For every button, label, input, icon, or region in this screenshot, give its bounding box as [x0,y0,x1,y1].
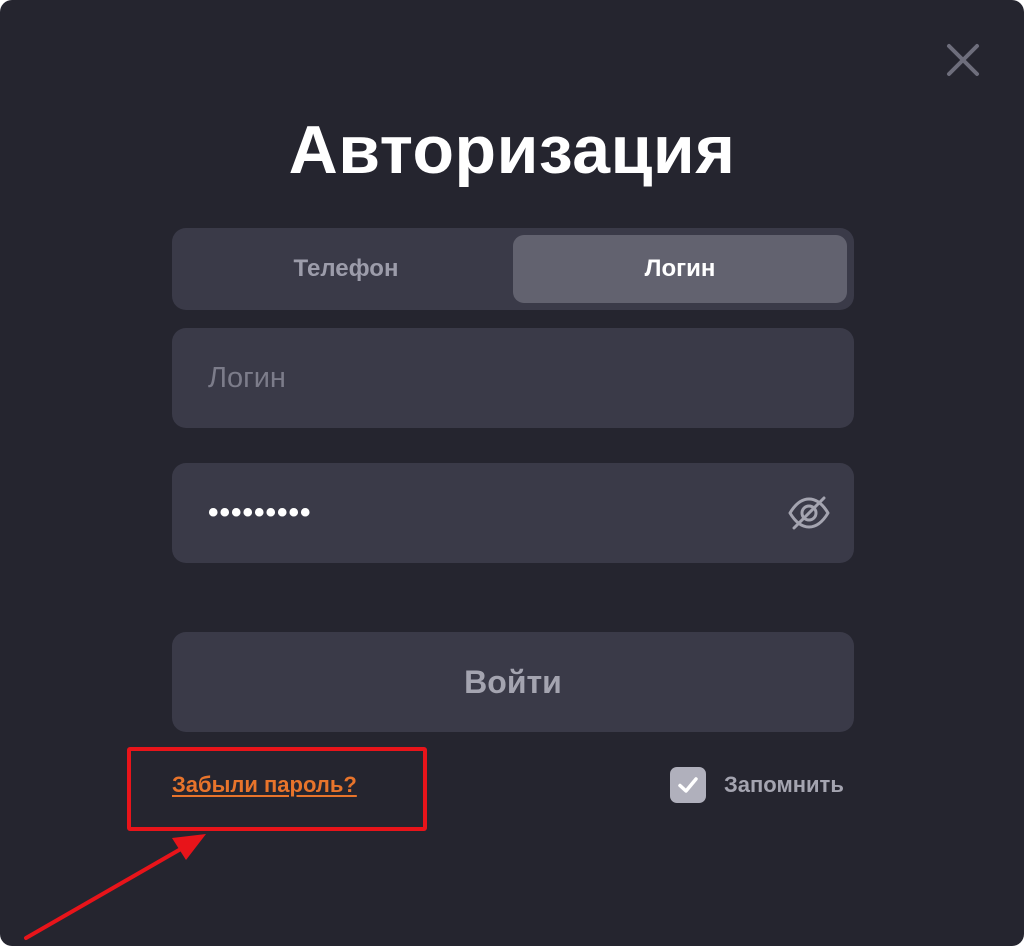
remember-checkbox[interactable] [670,767,706,803]
login-input[interactable] [208,328,768,428]
remember-label: Запомнить [724,772,844,797]
close-button[interactable] [941,38,985,82]
login-submit-button[interactable]: Войти [172,632,854,732]
auth-dialog: Авторизация Телефон Логин ••••••••• Войт… [0,0,1024,946]
forgot-password-link[interactable]: Забыли пароль? [172,770,357,800]
tab-phone[interactable]: Телефон [179,235,513,303]
remember-me-toggle[interactable]: Запомнить [670,767,844,803]
auth-method-tabs: Телефон Логин [172,228,854,310]
password-input[interactable]: ••••••••• [208,463,312,563]
tab-login[interactable]: Логин [513,235,847,303]
eye-off-icon [788,496,830,530]
login-field [172,328,854,428]
password-field: ••••••••• [172,463,854,563]
dialog-title: Авторизация [288,112,736,188]
checkmark-icon [678,777,698,793]
close-icon [947,44,979,76]
toggle-password-visibility-button[interactable] [786,495,832,531]
